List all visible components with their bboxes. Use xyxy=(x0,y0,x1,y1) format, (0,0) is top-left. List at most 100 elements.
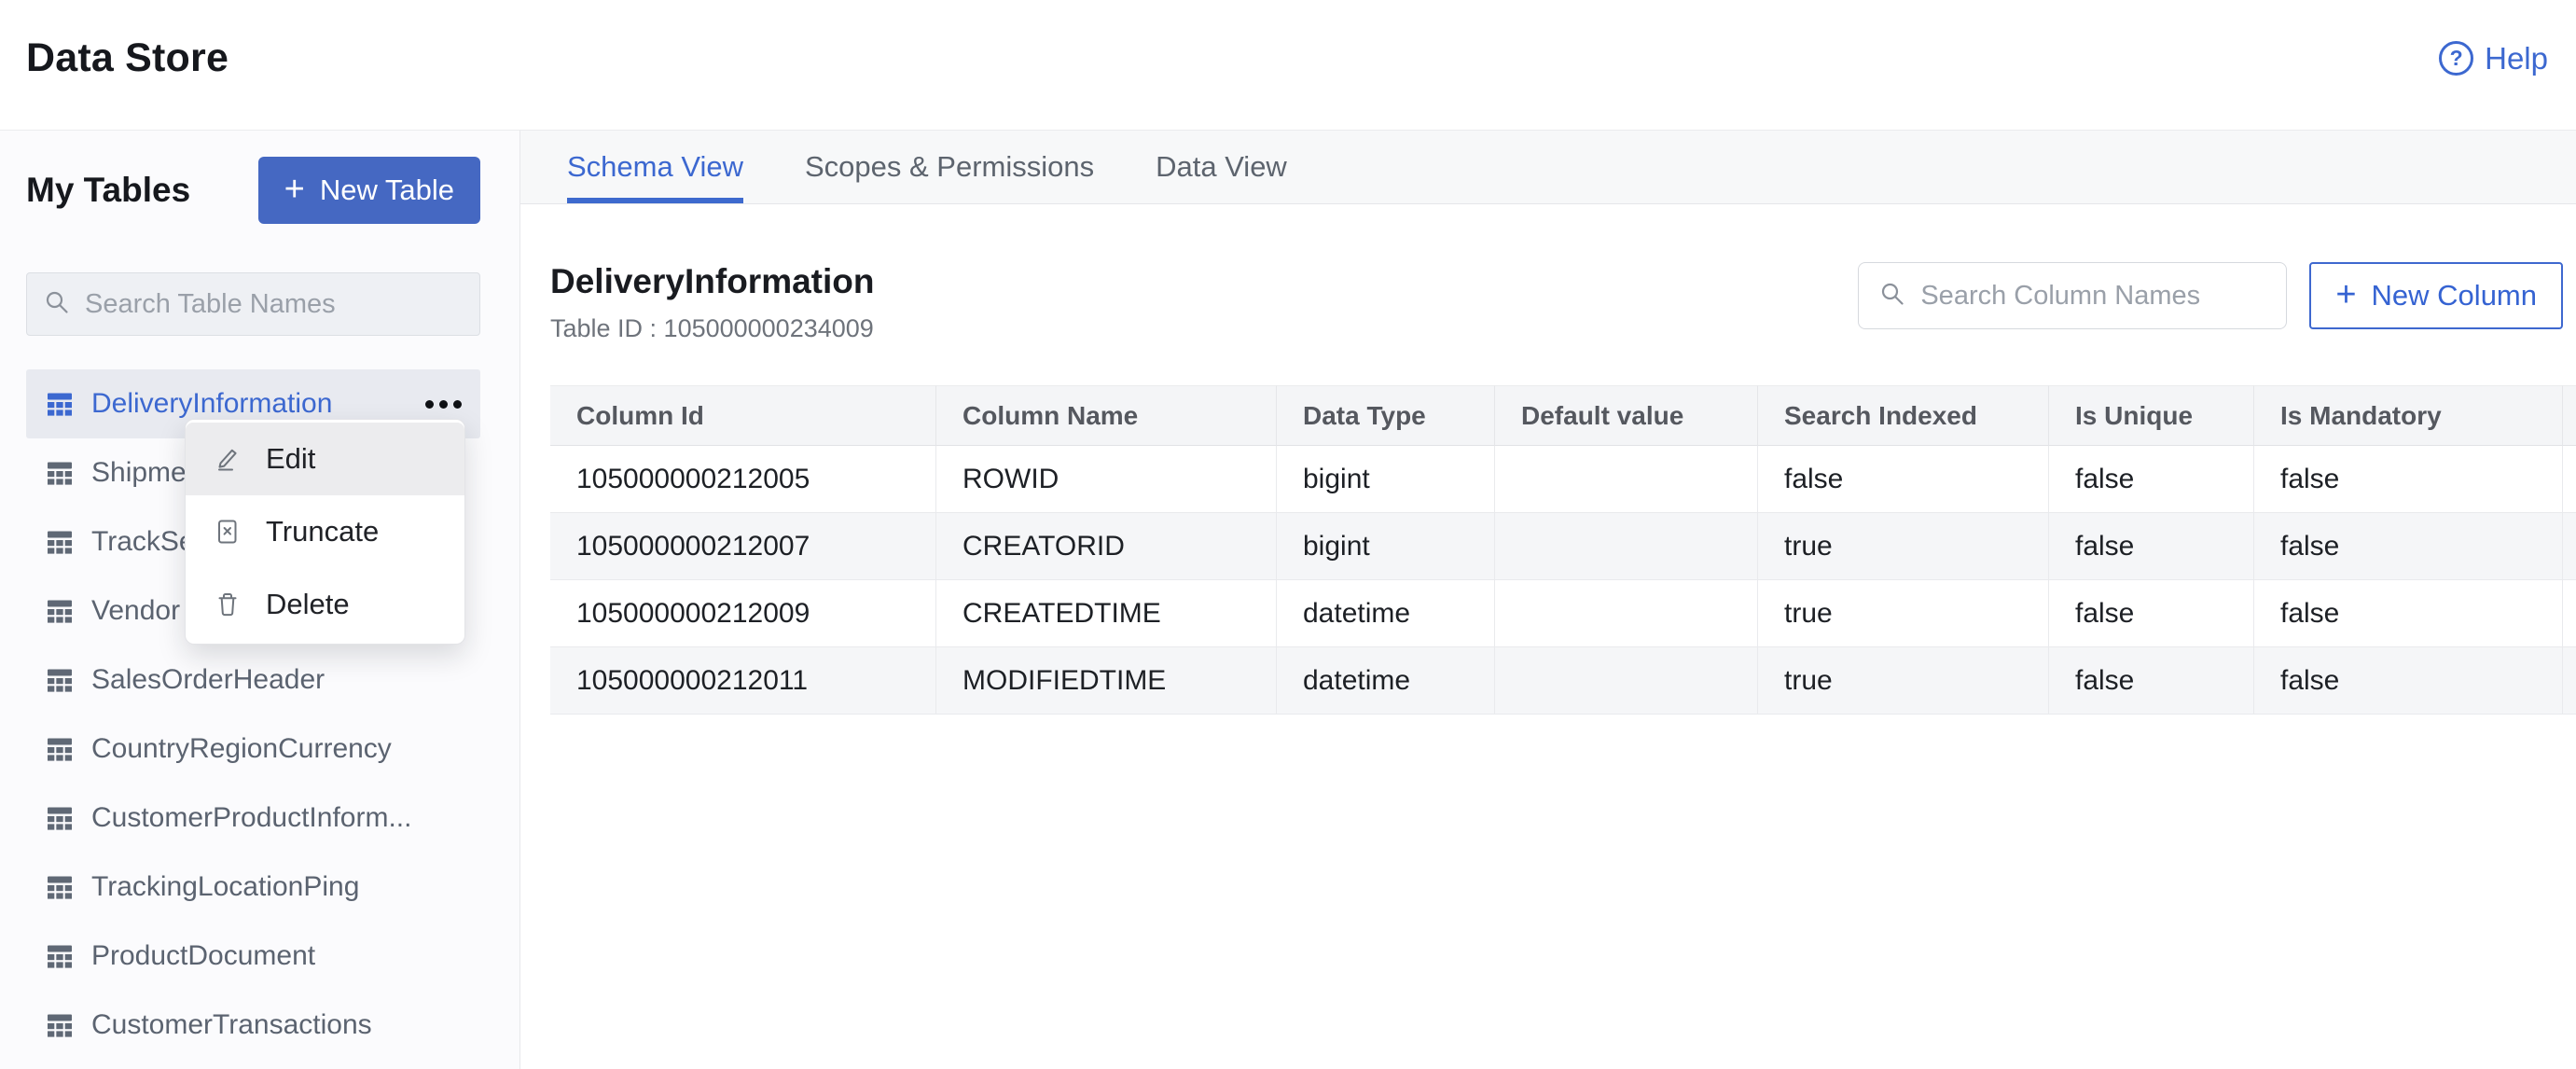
table-cell: CREATORID xyxy=(936,513,1277,580)
table-cell: false xyxy=(1758,446,2049,513)
menu-item-delete[interactable]: Delete xyxy=(186,568,464,641)
table-grid-icon xyxy=(47,391,73,417)
table-cell: bigint xyxy=(1277,513,1495,580)
table-name-label: DeliveryInformation xyxy=(91,388,332,420)
table-grid-icon xyxy=(47,460,73,486)
header-cell-sliver xyxy=(2563,385,2576,446)
table-name-label: TrackingLocationPing xyxy=(91,871,359,903)
table-cell: false xyxy=(2254,446,2563,513)
page-title: Data Store xyxy=(26,35,229,81)
header-cell: Column Name xyxy=(936,385,1277,446)
table-cell-sliver xyxy=(2563,446,2576,513)
sidebar-item-table[interactable]: ProductDocument xyxy=(26,922,480,991)
plus-icon: + xyxy=(284,172,305,207)
delete-icon xyxy=(214,590,242,618)
tab-data-view[interactable]: Data View xyxy=(1156,131,1287,203)
table-cell: MODIFIEDTIME xyxy=(936,647,1277,715)
table-grid-icon xyxy=(47,667,73,693)
new-column-button[interactable]: + New Column xyxy=(2309,262,2563,329)
sidebar-item-table[interactable]: CustomerProductInform... xyxy=(26,784,480,853)
sidebar-item-table[interactable]: TrackingLocationPing xyxy=(26,853,480,922)
table-name-label: Vendor xyxy=(91,595,180,627)
table-search-box xyxy=(26,272,480,336)
sidebar-heading: My Tables xyxy=(26,171,190,210)
table-title: DeliveryInformation xyxy=(550,262,874,301)
table-name-label: CustomerProductInform... xyxy=(91,802,411,834)
tab-scopes-permissions[interactable]: Scopes & Permissions xyxy=(805,131,1094,203)
edit-icon xyxy=(214,445,242,473)
table-id: Table ID : 105000000234009 xyxy=(550,314,874,343)
table-name-label: Shipme xyxy=(91,457,187,489)
new-table-button[interactable]: + New Table xyxy=(258,157,480,224)
header-cell: Is Unique xyxy=(2049,385,2254,446)
table-cell: false xyxy=(2049,446,2254,513)
table-cell xyxy=(1495,446,1758,513)
menu-item-edit[interactable]: Edit xyxy=(186,423,464,495)
table-cell: ROWID xyxy=(936,446,1277,513)
table-cell: CREATEDTIME xyxy=(936,580,1277,647)
sidebar-item-table[interactable]: CountryRegionCurrency xyxy=(26,715,480,784)
table-cell: 105000000212007 xyxy=(550,513,936,580)
table-cell: true xyxy=(1758,580,2049,647)
header-cell: Column Id xyxy=(550,385,936,446)
table-cell: datetime xyxy=(1277,580,1495,647)
table-grid-icon xyxy=(47,1012,73,1038)
table-cell xyxy=(1495,513,1758,580)
table-grid-icon xyxy=(47,943,73,969)
table-cell xyxy=(1495,647,1758,715)
column-search-box xyxy=(1858,262,2287,329)
help-label: Help xyxy=(2485,41,2548,76)
sidebar-item-table[interactable]: CustomerTransactions xyxy=(26,991,480,1060)
table-name-label: ProductDocument xyxy=(91,940,315,972)
table-cell: false xyxy=(2254,513,2563,580)
table-search-input[interactable] xyxy=(85,289,463,320)
table-grid-icon xyxy=(47,736,73,762)
dot xyxy=(425,400,434,409)
table-grid-icon xyxy=(47,598,73,624)
table-context-menu: Edit Truncate Delete xyxy=(185,419,465,645)
column-search-input[interactable] xyxy=(1920,281,2265,312)
table-name-label: CustomerTransactions xyxy=(91,1009,372,1041)
tab-bar: Schema View Scopes & Permissions Data View xyxy=(520,131,2576,204)
table-cell-sliver xyxy=(2563,647,2576,715)
truncate-icon xyxy=(214,518,242,546)
table-cell: 105000000212011 xyxy=(550,647,936,715)
tab-schema-view[interactable]: Schema View xyxy=(567,131,743,203)
table-cell: bigint xyxy=(1277,446,1495,513)
table-cell: true xyxy=(1758,647,2049,715)
header-cell: Data Type xyxy=(1277,385,1495,446)
search-icon xyxy=(44,289,70,320)
header-cell: Search Indexed xyxy=(1758,385,2049,446)
table-grid-icon xyxy=(47,874,73,900)
table-cell: datetime xyxy=(1277,647,1495,715)
plus-icon: + xyxy=(2335,277,2356,312)
more-actions-icon[interactable] xyxy=(422,391,465,418)
table-name-label: CountryRegionCurrency xyxy=(91,733,392,765)
search-icon xyxy=(1879,281,1905,312)
table-cell: false xyxy=(2049,580,2254,647)
header-cell: Is Mandatory xyxy=(2254,385,2563,446)
menu-item-label: Edit xyxy=(266,442,315,476)
dot xyxy=(453,400,462,409)
sidebar-item-table[interactable]: SalesOrderHeader xyxy=(26,646,480,715)
table-name-label: SalesOrderHeader xyxy=(91,664,325,696)
menu-item-label: Truncate xyxy=(266,515,379,548)
table-cell: true xyxy=(1758,513,2049,580)
table-cell-sliver xyxy=(2563,580,2576,647)
app-header: Data Store ? Help xyxy=(0,0,2576,131)
new-column-label: New Column xyxy=(2372,279,2537,312)
table-cell: 105000000212005 xyxy=(550,446,936,513)
table-cell: false xyxy=(2254,580,2563,647)
new-table-label: New Table xyxy=(320,174,454,207)
table-grid-icon xyxy=(47,805,73,831)
table-cell: false xyxy=(2254,647,2563,715)
menu-item-truncate[interactable]: Truncate xyxy=(186,495,464,568)
help-icon: ? xyxy=(2439,41,2473,76)
dot xyxy=(439,400,448,409)
help-link[interactable]: ? Help xyxy=(2439,41,2548,76)
header-cell: Default value xyxy=(1495,385,1758,446)
table-name-label: TrackSe xyxy=(91,526,195,558)
main-content: Schema View Scopes & Permissions Data View… xyxy=(520,131,2576,1069)
schema-table: Column IdColumn NameData TypeDefault val… xyxy=(550,385,2576,715)
table-cell-sliver xyxy=(2563,513,2576,580)
